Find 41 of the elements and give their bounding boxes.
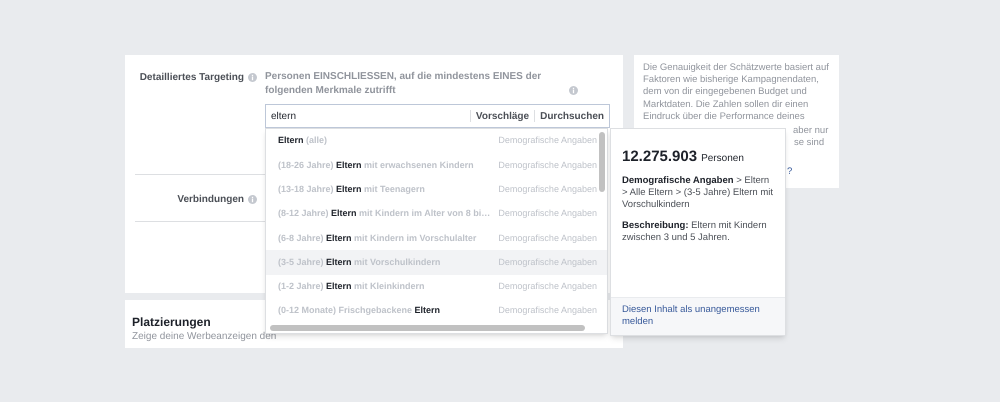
suggestion-item[interactable]: (8-12 Jahre) Eltern mit Kindern im Alter von 8 bi… Demografische Angaben [266,202,607,226]
note-fragment: se sind [794,137,824,150]
suggestion-item[interactable]: (0-12 Monate) Frischgebackene Eltern Demografische Angaben [266,299,607,324]
count-unit: Personen [701,153,744,165]
suggestion-category: Demografische Angaben [498,232,597,245]
include-description: Personen EINSCHLIESSEN, auf die mindestens EINES der folgenden Merkmale zutrifft [265,70,542,98]
note-fragment: aber nur [793,125,828,138]
category-path: Demografische Angaben > Eltern > Alle Eltern > (3-5 Jahre) Eltern mit Vorschulkindern [622,175,774,211]
suggestion-category: Demografische Angaben [498,304,597,318]
suggestion-label: (1-2 Jahre) Eltern mit Kleinkindern [278,280,425,294]
suggestion-category: Demografische Angaben [498,158,597,172]
vertical-scrollbar[interactable] [599,132,605,192]
info-icon[interactable] [248,72,257,82]
suggestion-label: (13-18 Jahre) Eltern mit Teenagern [278,182,425,196]
suggestion-item[interactable]: (1-2 Jahre) Eltern mit Kleinkindern Demografische Angaben [266,274,607,300]
suggestion-category: Demografische Angaben [498,134,597,148]
section-subtitle: Zeige deine Werbeanzeigen den [132,330,276,344]
category-description: Beschreibung: Eltern mit Kindern zwischen 3 und 5 Jahren. [622,220,768,244]
search-tab-link[interactable]: Durchsuchen [540,108,604,124]
suggestion-category: Demografische Angaben [498,207,597,220]
suggestion-category: Demografische Angaben [498,182,597,196]
horizontal-scrollbar[interactable] [270,325,585,331]
info-icon[interactable] [248,195,257,204]
suggestion-label: (6-8 Jahre) Eltern mit Kindern im Vorschulalter [278,232,476,245]
search-field[interactable]: eltern Vorschläge Durchsuchen [265,104,610,128]
audience-count: 12.275.903 [622,151,698,163]
suggestion-label: (18-26 Jahre) Eltern mit erwachsenen Kindern [278,158,474,172]
info-icon[interactable] [569,86,578,95]
suggestion-item[interactable]: (13-18 Jahre) Eltern mit Teenagern Demografische Angaben [266,178,607,202]
field-label: Detailliertes Targeting [140,70,244,84]
field-label: Verbindungen [177,193,244,207]
suggestion-label: (0-12 Monate) Frischgebackene Eltern [278,304,440,318]
suggestion-category: Demografische Angaben [498,280,597,294]
suggestion-item[interactable]: Eltern (alle) Demografische Angaben [266,129,607,154]
suggestion-item[interactable]: (6-8 Jahre) Eltern mit Kindern im Vorschulalter Demografische Angaben [266,226,607,250]
help-link[interactable]: ? [787,166,792,178]
section-title: Platzierungen [132,314,211,330]
suggestion-label: (8-12 Jahre) Eltern mit Kindern im Alter von 8 bi… [278,207,490,220]
suggestion-item[interactable]: (18-26 Jahre) Eltern mit erwachsenen Kindern Demografische Angaben [266,153,607,178]
suggestion-label: Eltern (alle) [278,134,328,148]
search-tab-link[interactable]: Vorschläge [476,108,530,124]
